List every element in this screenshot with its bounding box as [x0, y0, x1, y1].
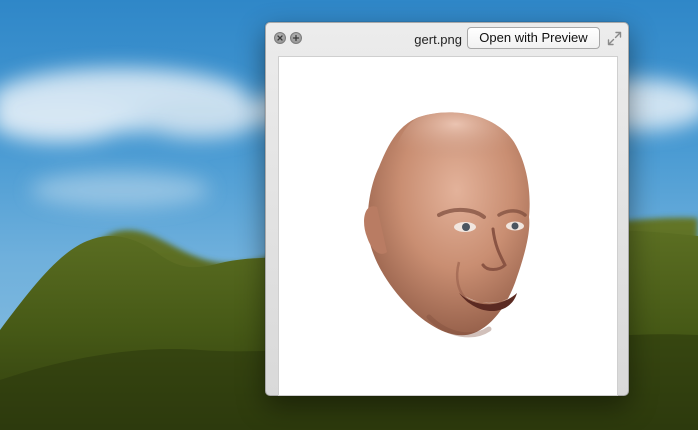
close-icon[interactable]	[274, 32, 286, 44]
face-image	[364, 112, 530, 338]
zoom-icon[interactable]	[290, 32, 302, 44]
quick-look-window: gert.png Open with Preview	[265, 22, 629, 396]
fullscreen-icon[interactable]	[607, 31, 622, 46]
window-titlebar: gert.png Open with Preview	[266, 23, 628, 55]
file-name-label: gert.png	[414, 32, 462, 47]
open-with-preview-button[interactable]: Open with Preview	[467, 27, 600, 49]
image-preview-area	[278, 56, 618, 396]
